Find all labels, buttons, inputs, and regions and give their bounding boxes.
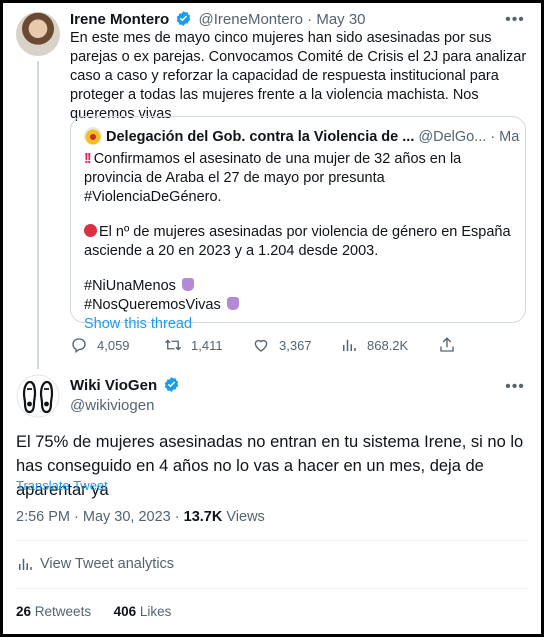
red-circle-icon [84, 224, 97, 237]
reply-count: 4,059 [97, 337, 130, 353]
retweet-count: 1,411 [191, 337, 223, 353]
view-tweet-analytics-label: View Tweet analytics [40, 556, 175, 572]
quoted-tweet[interactable]: Delegación del Gob. contra la Violencia … [70, 116, 526, 332]
verified-badge-icon [165, 377, 179, 392]
more-options-icon[interactable]: ••• [504, 379, 526, 402]
retweet-button[interactable]: 1,411 [164, 333, 223, 357]
footprints-logo-icon [16, 374, 60, 418]
raised-fist-icon [181, 278, 194, 291]
reply-button[interactable]: 4,059 [70, 333, 130, 357]
likes-label: Likes [139, 604, 172, 619]
views-count: 13.7K [183, 509, 223, 525]
author-name[interactable]: Wiki VioGen [70, 377, 157, 394]
views-button[interactable]: 868.2K [340, 333, 408, 357]
author-name[interactable]: Irene Montero [70, 11, 169, 28]
quoted-tweet-date: · May 30 [490, 129, 520, 145]
avatar[interactable] [16, 12, 60, 56]
translate-tweet-link[interactable]: Translate Tweet [16, 478, 108, 493]
tweet-header: Irene Montero @IreneMontero · May 30 [70, 10, 366, 30]
tweet-actions: 4,059 1,411 3,367 868.2K [70, 333, 470, 357]
author-handle[interactable]: @IreneMontero [199, 11, 303, 28]
like-button[interactable]: 3,367 [252, 333, 312, 357]
tweet-timestamp[interactable]: 2:56 PM · May 30, 2023 · [16, 509, 180, 525]
heart-icon [254, 339, 268, 352]
thread-connector-line [37, 61, 39, 369]
retweets-stat[interactable]: 26 Retweets [16, 604, 91, 619]
quoted-line-1: Confirmamos el asesinato de una mujer de… [84, 151, 462, 205]
view-tweet-analytics-button[interactable]: View Tweet analytics [16, 555, 174, 573]
tweet-text: En este mes de mayo cinco mujeres han si… [70, 30, 527, 122]
likes-stat[interactable]: 406 Likes [114, 604, 172, 619]
share-button[interactable] [438, 333, 465, 357]
engagement-stats: 26 Retweets 406 Likes [16, 604, 171, 619]
quoted-author-name: Delegación del Gob. contra la Violencia … [106, 129, 415, 145]
tweet-header: Wiki VioGen [70, 376, 182, 396]
share-icon [440, 337, 454, 352]
verified-badge-icon [177, 11, 191, 26]
hashtag-nosqueremosvivas[interactable]: #NosQueremosVivas [84, 297, 221, 313]
quoted-line-2: El nº de mujeres asesinadas por violenci… [84, 224, 511, 259]
divider [16, 540, 528, 541]
retweets-count: 26 [16, 604, 32, 619]
views-count: 868.2K [367, 337, 409, 353]
bar-chart-icon [19, 558, 32, 570]
reply-icon [72, 338, 86, 354]
tweet-thread: Irene Montero @IreneMontero · May 30 •••… [3, 3, 541, 634]
hashtag-niunamenos[interactable]: #NiUnaMenos [84, 278, 176, 294]
retweets-label: Retweets [34, 604, 92, 619]
tweet-date[interactable]: · May 30 [307, 11, 365, 28]
quoted-avatar [84, 127, 102, 145]
quoted-tweet-header: Delegación del Gob. contra la Violencia … [84, 127, 520, 147]
views-label: Views [226, 509, 265, 525]
likes-count: 406 [113, 604, 137, 619]
double-exclamation-icon: !! [84, 151, 92, 167]
divider [16, 588, 528, 589]
raised-fist-icon [226, 297, 239, 310]
avatar[interactable] [16, 374, 60, 418]
retweet-icon [165, 339, 181, 351]
show-thread-link[interactable]: Show this thread [84, 316, 192, 332]
quoted-author-handle: @DelGo... [418, 129, 487, 145]
quoted-tweet-body: !! Confirmamos el asesinato de una mujer… [84, 150, 514, 334]
tweet-irene-montero[interactable]: Irene Montero @IreneMontero · May 30 •••… [3, 3, 541, 369]
author-handle[interactable]: @wikiviogen [70, 396, 154, 416]
tweet-metadata: 2:56 PM · May 30, 2023 · 13.7K Views [16, 509, 265, 525]
like-count: 3,367 [279, 337, 312, 353]
bar-chart-icon [343, 339, 356, 351]
